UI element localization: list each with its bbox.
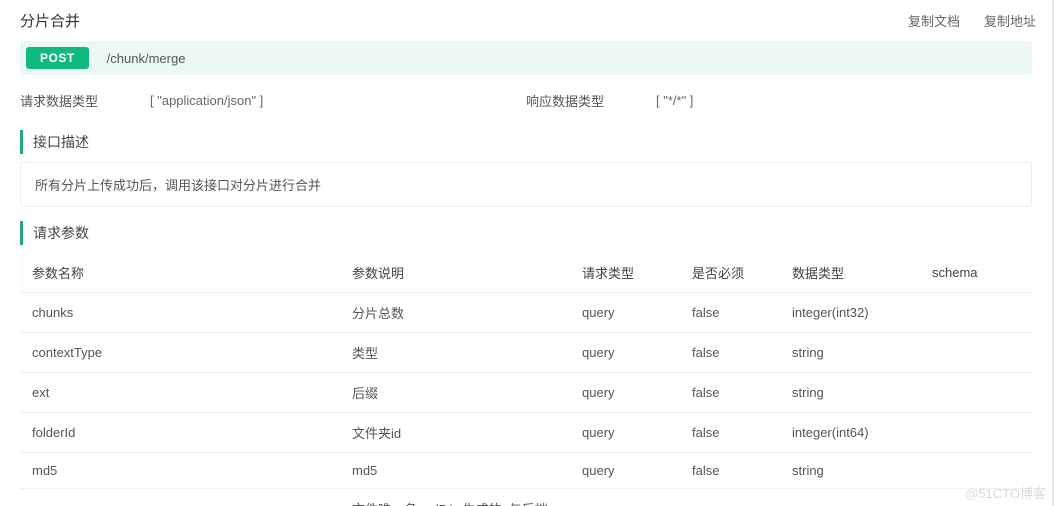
param-reqtype[interactable]: query [570,293,680,333]
api-doc-page: 分片合并 复制文档 复制地址 POST /chunk/merge 请求数据类型 … [0,0,1054,506]
description-section-title: 接口描述 [20,130,1032,154]
table-row: name文件唯一名 md5.js 生成的, 与后端生成的一致queryfalse… [20,489,1032,506]
response-type-block: 响应数据类型 [ "*/*" ] [526,91,1032,110]
param-required: false [680,489,780,506]
param-required: false [680,373,780,413]
param-datatype: integer(int64) [780,413,920,453]
param-name: name [20,489,340,506]
table-row: chunks分片总数queryfalseinteger(int32) [20,293,1032,333]
param-desc: 分片总数 [340,293,570,333]
table-row: contextType类型queryfalsestring [20,333,1032,373]
copy-url-button[interactable]: 复制地址 [984,11,1036,30]
param-reqtype[interactable]: query [570,373,680,413]
endpoint-path: /chunk/merge [107,51,186,66]
param-schema [920,293,1032,333]
param-datatype: integer(int32) [780,293,920,333]
param-reqtype[interactable]: query [570,413,680,453]
param-datatype: string [780,373,920,413]
param-desc: 文件唯一名 md5.js 生成的, 与后端生成的一致 [340,489,570,506]
col-header-reqtype: 请求类型 [570,253,680,293]
params-header-row: 参数名称 参数说明 请求类型 是否必须 数据类型 schema [20,253,1032,293]
param-required: false [680,293,780,333]
page-title: 分片合并 [20,10,80,31]
param-schema [920,489,1032,506]
param-name: folderId [20,413,340,453]
param-datatype: string [780,453,920,489]
col-header-required: 是否必须 [680,253,780,293]
copy-doc-button[interactable]: 复制文档 [908,11,960,30]
param-required: false [680,333,780,373]
param-desc: md5 [340,453,570,489]
col-header-datatype: 数据类型 [780,253,920,293]
description-text: 所有分片上传成功后，调用该接口对分片进行合并 [20,162,1032,207]
param-desc: 文件夹id [340,413,570,453]
request-type-label: 请求数据类型 [20,91,150,110]
request-type-value: [ "application/json" ] [150,93,263,108]
header-actions: 复制文档 复制地址 [908,11,1036,30]
params-table: 参数名称 参数说明 请求类型 是否必须 数据类型 schema chunks分片… [20,253,1032,506]
param-required: false [680,413,780,453]
col-header-desc: 参数说明 [340,253,570,293]
method-row[interactable]: POST /chunk/merge [20,41,1032,75]
header: 分片合并 复制文档 复制地址 [0,0,1052,41]
param-schema [920,373,1032,413]
param-name: chunks [20,293,340,333]
param-reqtype[interactable]: query [570,453,680,489]
param-schema [920,333,1032,373]
param-required: false [680,453,780,489]
http-method-badge: POST [26,47,89,69]
param-schema [920,413,1032,453]
param-desc: 类型 [340,333,570,373]
param-desc: 后缀 [340,373,570,413]
table-row: ext后缀queryfalsestring [20,373,1032,413]
params-section-title: 请求参数 [20,221,1032,245]
param-datatype: string [780,333,920,373]
response-type-value: [ "*/*" ] [656,93,693,108]
param-name: md5 [20,453,340,489]
col-header-name: 参数名称 [20,253,340,293]
col-header-schema: schema [920,253,1032,293]
param-reqtype[interactable]: query [570,489,680,506]
param-name: contextType [20,333,340,373]
request-type-block: 请求数据类型 [ "application/json" ] [20,91,526,110]
table-row: md5md5queryfalsestring [20,453,1032,489]
param-name: ext [20,373,340,413]
param-schema [920,453,1032,489]
table-row: folderId文件夹idqueryfalseinteger(int64) [20,413,1032,453]
param-reqtype[interactable]: query [570,333,680,373]
content-types-row: 请求数据类型 [ "application/json" ] 响应数据类型 [ "… [0,85,1052,124]
param-datatype: string [780,489,920,506]
response-type-label: 响应数据类型 [526,91,656,110]
